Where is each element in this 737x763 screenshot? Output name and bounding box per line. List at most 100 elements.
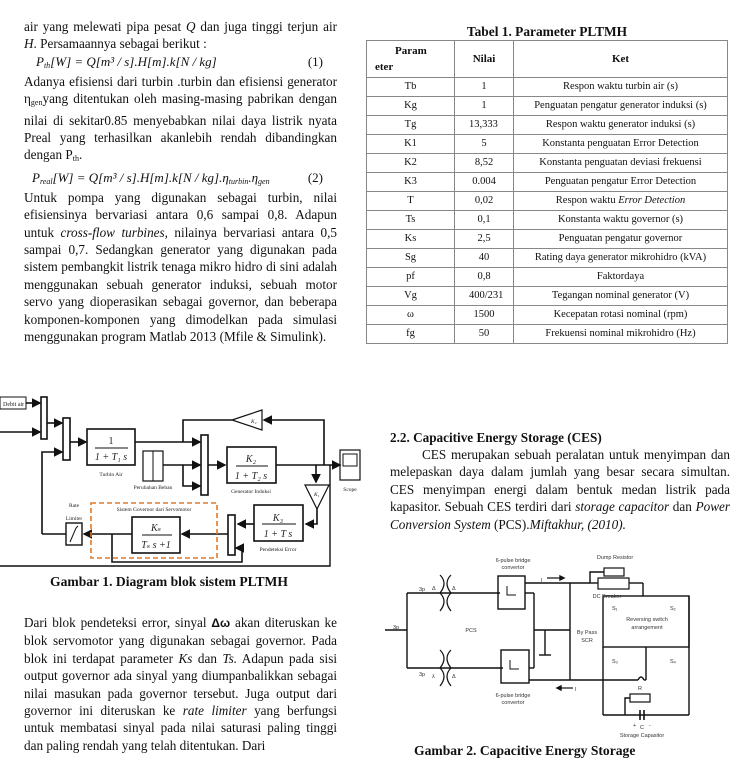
bridge-converter-bottom — [500, 649, 530, 684]
err-num: K₃ — [272, 513, 284, 524]
dump-resistor-label: Dump Resistor — [597, 555, 634, 561]
table-row: Kg 1 Penguatan pengatur generator induksi … — [366, 96, 728, 116]
text: . — [78, 147, 83, 163]
delta-symbol: Δ — [452, 586, 456, 592]
dump-resistor — [603, 567, 625, 577]
reversing-label-1: Reversing switch — [626, 617, 668, 623]
turbin-air-label: Turbin Air — [99, 472, 122, 478]
cell-ket: Penguatan pengatur generator induksi (s) — [513, 96, 728, 116]
text: (PCS). — [490, 516, 530, 532]
cell-ket: Respon waktu generator induksi (s) — [513, 115, 728, 135]
text: dan — [669, 499, 696, 515]
header-nilai: Nilai — [454, 40, 514, 78]
generator-induksi-label: Generator Induksi — [231, 489, 271, 495]
dc-breaker-label: DC Breaker — [593, 594, 622, 600]
text: air yang melewati pipa pesat — [24, 19, 186, 34]
turbin-den: 1 + T₁ s — [95, 452, 127, 463]
eq-symbol: P — [32, 169, 40, 185]
cell-parameter: K3 — [366, 172, 455, 192]
eq-body: .η — [248, 169, 259, 185]
ces-section: 2.2. Capacitive Energy Storage (CES) CES… — [390, 430, 730, 533]
cell-nilai: 2,5 — [454, 229, 514, 249]
delta-symbol: Δ — [432, 586, 436, 592]
lambda-symbol: λ — [432, 674, 435, 680]
text: nilainya bervariasi antara 0,5 sampai 0,… — [24, 224, 337, 345]
resistor-r — [629, 693, 651, 703]
subscript: gen — [30, 98, 43, 108]
header-parameter: Param eter — [366, 40, 455, 78]
cell-ket: Respon waktu Error Detection — [513, 191, 728, 211]
s1-label: S₁ — [612, 606, 618, 612]
cell-parameter: Ks — [366, 229, 455, 249]
cell-parameter: K2 — [366, 153, 455, 173]
italic-text: Miftakhur, (2010). — [529, 516, 626, 532]
governor-group-label: Sistem Governor dari Servomotor — [117, 507, 192, 513]
eq-symbol: P — [36, 53, 44, 69]
gov-den: Tₛ s +1 — [141, 540, 171, 551]
dc-breaker — [597, 577, 630, 590]
storage-capacitor-label: Storage Capasitor — [620, 733, 664, 739]
italic-text: rate limiter — [182, 703, 247, 719]
pcs-label: PCS — [465, 628, 477, 634]
italic-text: cross-flow turbines, — [60, 224, 168, 240]
cell-parameter: Sg — [366, 248, 455, 268]
bypass-label-2: SCR — [581, 638, 593, 644]
table-row: K1 5 Konstanta penguatan Error Detection — [366, 134, 728, 154]
bridge-converter-top — [497, 575, 526, 610]
k2-gain-label: K₂ — [250, 419, 257, 425]
limiter-label: Limiter — [66, 516, 83, 522]
sum-block-1 — [40, 396, 48, 440]
cell-nilai: 50 — [454, 324, 514, 344]
cell-parameter: K1 — [366, 134, 455, 154]
italic-text: Error Detection — [618, 195, 686, 206]
cell-nilai: 1 — [454, 96, 514, 116]
cell-parameter: Tg — [366, 115, 455, 135]
gov-num: Kₛ — [150, 523, 161, 534]
table-row: K3 0.004 Penguatan pengatur Error Detectio… — [366, 172, 728, 192]
sum-block-4 — [227, 514, 236, 556]
cell-nilai: 400/231 — [454, 286, 514, 306]
text: Respon waktu — [555, 195, 619, 206]
cell-nilai: 0.004 — [454, 172, 514, 192]
scope-label: Scope — [343, 487, 357, 493]
cell-parameter: Kg — [366, 96, 455, 116]
sum-block-3 — [200, 434, 209, 496]
italic-text: storage capacitor — [575, 499, 670, 515]
pump-paragraph: Untuk pompa yang digunakan sebagai turbi… — [24, 189, 337, 346]
top-3p-label: 3p — [419, 587, 425, 593]
cell-parameter: pf — [366, 267, 455, 287]
sum-block-2 — [62, 417, 71, 461]
text: yang ditentukan oleh masing-masing pabri… — [24, 91, 337, 163]
figure-1-caption: Gambar 1. Diagram blok sistem PLTMH — [50, 574, 288, 589]
intro-paragraph: air yang melewati pipa pesat Q dan juga … — [24, 18, 337, 53]
gen-den: 1 + T₂ s — [235, 471, 267, 482]
delta-symbol: Δ — [452, 674, 456, 680]
input-3p-label: 3p — [393, 625, 399, 631]
r-label: R — [638, 686, 642, 692]
table-1-title: Tabel 1. Parameter PLTMH — [466, 24, 628, 39]
cell-ket: Kecepatan rotasi nominal (rpm) — [513, 305, 728, 325]
cell-nilai: 1500 — [454, 305, 514, 325]
pendeteksi-error-label: Pendeteksi Error — [260, 547, 297, 553]
cell-parameter: Vg — [366, 286, 455, 306]
table-header-row: Param eter Nilai Ket — [366, 40, 728, 78]
equation-number: (2) — [307, 169, 323, 185]
eq-sub: gen — [258, 176, 270, 186]
var-h: H — [24, 36, 34, 52]
header-text: eter — [375, 61, 394, 73]
s4-label: S₄ — [670, 659, 677, 665]
cell-ket: Konstanta penguatan Error Detection — [513, 134, 728, 154]
bridge-top-label-1: 6-pulse bridge — [496, 558, 531, 564]
ces-paragraph: CES merupakan sebuah peralatan untuk men… — [390, 446, 730, 533]
cell-nilai: 0,1 — [454, 210, 514, 230]
minus-label: - — [649, 723, 651, 729]
table-row: Sg 40 Rating daya generator mikrohidro (kV… — [366, 248, 728, 268]
gen-num: K₂ — [245, 454, 257, 465]
figure-2-ces-circuit: 6-pulse bridge convertor 6-pulse bridge … — [385, 555, 690, 739]
bridge-bot-label-1: 6-pulse bridge — [496, 693, 531, 699]
bridge-top-label-2: convertor — [502, 565, 525, 571]
left-column: air yang melewati pipa pesat Q dan juga … — [24, 8, 337, 346]
turbin-num: 1 — [109, 436, 114, 447]
error-paragraph: Dari blok pendeteksi error, sinyal Δω ak… — [24, 614, 337, 754]
cell-ket: Respon waktu turbin air (s) — [513, 77, 728, 97]
